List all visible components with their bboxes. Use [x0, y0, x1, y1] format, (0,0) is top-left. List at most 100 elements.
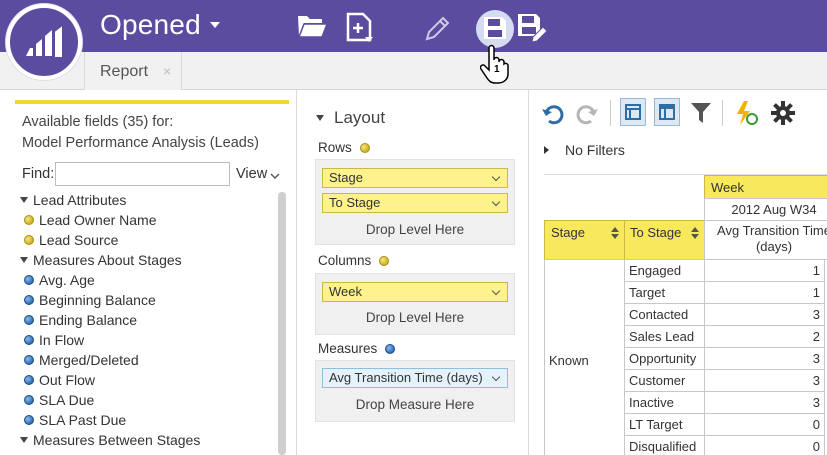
refresh-icon[interactable]: [734, 100, 760, 131]
field-label: In Flow: [39, 332, 85, 348]
open-folder-icon[interactable]: [296, 12, 329, 45]
tab-report[interactable]: Report ×: [84, 52, 182, 90]
row-group-known[interactable]: Known: [544, 259, 625, 455]
row-header-to-stage[interactable]: To Stage: [624, 220, 705, 260]
field-item[interactable]: Lead Owner Name: [20, 210, 276, 230]
field-item[interactable]: In Flow: [20, 330, 276, 350]
value-cell[interactable]: 1: [704, 259, 825, 282]
field-label: Beginning Balance: [39, 292, 156, 308]
value-cell[interactable]: 3: [704, 369, 825, 392]
settings-gear-icon[interactable]: [770, 100, 796, 131]
measure-pill-avg-transition[interactable]: Avg Transition Time (days): [322, 368, 508, 388]
pill-label: Stage: [329, 170, 363, 185]
field-item[interactable]: SLA Past Due: [20, 410, 276, 430]
dimension-dot-icon: [24, 215, 34, 225]
app-header: Opened: [0, 0, 827, 52]
to-stage-cell[interactable]: Disqualified: [624, 435, 705, 455]
hand-cursor-icon: 1: [479, 44, 510, 89]
chevron-down-icon[interactable]: [210, 22, 220, 28]
collapse-triangle-icon[interactable]: [20, 437, 28, 443]
measure-dot-icon: [24, 375, 34, 385]
field-item[interactable]: Avg. Age: [20, 270, 276, 290]
report-model-name: Model Performance Analysis (Leads): [22, 135, 259, 151]
close-icon[interactable]: ×: [163, 63, 171, 79]
to-stage-cell[interactable]: Engaged: [624, 259, 705, 282]
measures-drop-hint: Drop Measure Here: [355, 397, 475, 412]
value-cell[interactable]: 2: [704, 325, 825, 348]
value-cell[interactable]: 3: [704, 303, 825, 326]
field-item[interactable]: Out Flow: [20, 370, 276, 390]
panel-accent-bar: [15, 100, 289, 104]
to-stage-header-label: To Stage: [630, 225, 682, 240]
chevron-down-icon[interactable]: [491, 372, 501, 382]
field-label: Measures About Stages: [33, 252, 182, 268]
value-cell[interactable]: 3: [704, 347, 825, 370]
column-header-week[interactable]: Week: [704, 175, 827, 199]
field-item[interactable]: SLA Due: [20, 390, 276, 410]
edit-pencil-icon[interactable]: [423, 15, 451, 48]
filter-icon[interactable]: [690, 100, 712, 131]
field-group[interactable]: Measures Between Stages: [20, 430, 276, 450]
marketo-logo-icon[interactable]: [6, 4, 82, 80]
field-label: Lead Owner Name: [39, 212, 157, 228]
columns-drop-zone[interactable]: Week Drop Level Here: [315, 273, 515, 335]
to-stage-cell[interactable]: Target: [624, 281, 705, 304]
tab-label: Report: [100, 63, 149, 80]
chevron-down-icon[interactable]: [491, 172, 501, 182]
measures-drop-zone[interactable]: Avg Transition Time (days) Drop Measure …: [315, 360, 515, 422]
toolbar-divider: [722, 100, 723, 126]
value-cell[interactable]: 3: [704, 391, 825, 414]
layout-toggle[interactable]: Layout: [316, 108, 385, 128]
rows-section-label: Rows: [318, 140, 375, 155]
week-value-cell[interactable]: 2012 Aug W34: [704, 198, 827, 221]
to-stage-cell[interactable]: Customer: [624, 369, 705, 392]
field-label: Measures Between Stages: [33, 432, 201, 448]
field-label: Lead Attributes: [33, 192, 127, 208]
chevron-down-icon[interactable]: [491, 197, 501, 207]
row-header-stage[interactable]: Stage: [544, 220, 625, 260]
redo-icon[interactable]: [574, 100, 600, 131]
field-group[interactable]: Measures About Stages: [20, 250, 276, 270]
field-label: Lead Source: [39, 232, 119, 248]
field-group[interactable]: Lead Attributes: [20, 190, 276, 210]
value-cell[interactable]: 1: [704, 281, 825, 304]
field-label: Avg. Age: [39, 272, 95, 288]
to-stage-cell[interactable]: LT Target: [624, 413, 705, 436]
to-stage-cell[interactable]: Sales Lead: [624, 325, 705, 348]
field-item[interactable]: Ending Balance: [20, 310, 276, 330]
new-document-icon[interactable]: [345, 12, 377, 49]
measure-header-avg-transition[interactable]: Avg Transition Time (days): [704, 220, 827, 260]
value-cell[interactable]: 0: [704, 413, 825, 436]
view-dropdown[interactable]: View: [236, 166, 267, 182]
find-input[interactable]: [55, 162, 230, 186]
report-title-dropdown[interactable]: Opened: [100, 9, 201, 41]
measure-dot-icon: [24, 395, 34, 405]
fields-scrollbar[interactable]: [278, 192, 286, 455]
value-cell[interactable]: 0: [704, 435, 825, 455]
field-item[interactable]: Beginning Balance: [20, 290, 276, 310]
collapse-triangle-icon[interactable]: [20, 197, 28, 203]
row-group-label: Known: [549, 352, 589, 368]
chevron-down-icon[interactable]: [491, 286, 501, 296]
scroll-thumb[interactable]: [278, 192, 286, 455]
to-stage-cell[interactable]: Inactive: [624, 391, 705, 414]
collapse-triangle-icon[interactable]: [20, 257, 28, 263]
chevron-down-icon[interactable]: [270, 172, 280, 180]
tabular-layout-icon[interactable]: [654, 98, 680, 126]
column-pill-week[interactable]: Week: [322, 282, 508, 302]
row-pill-to-stage[interactable]: To Stage: [322, 193, 508, 213]
save-button[interactable]: [476, 10, 514, 48]
dimension-dot-icon: [24, 235, 34, 245]
to-stage-cell[interactable]: Opportunity: [624, 347, 705, 370]
to-stage-cell[interactable]: Contacted: [624, 303, 705, 326]
compact-layout-icon[interactable]: [620, 98, 646, 126]
columns-drop-hint: Drop Level Here: [365, 310, 465, 325]
row-pill-stage[interactable]: Stage: [322, 168, 508, 188]
rows-drop-zone[interactable]: Stage To Stage Drop Level Here: [315, 159, 515, 245]
save-as-icon[interactable]: [516, 12, 548, 49]
field-item[interactable]: Merged/Deleted: [20, 350, 276, 370]
field-item[interactable]: Lead Source: [20, 230, 276, 250]
sort-icon: [611, 227, 619, 232]
filters-toggle[interactable]: No Filters: [544, 142, 625, 158]
undo-icon[interactable]: [540, 100, 566, 131]
